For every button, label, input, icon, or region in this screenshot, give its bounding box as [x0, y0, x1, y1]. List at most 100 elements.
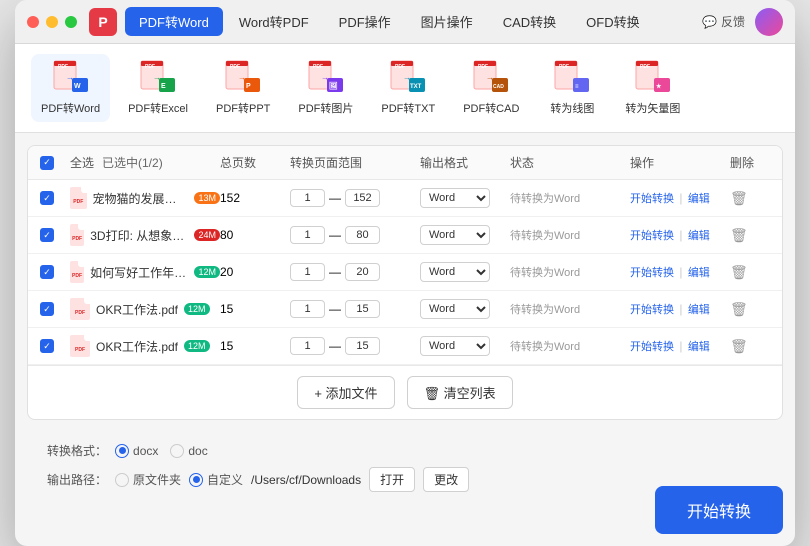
nav-tab-pdf-ops[interactable]: PDF操作 — [325, 7, 405, 36]
convert-button[interactable]: 开始转换 — [655, 486, 783, 534]
nav-tab-cad[interactable]: CAD转换 — [489, 7, 570, 36]
row2-page-from[interactable] — [290, 226, 325, 244]
row4-delete-btn[interactable]: 🗑 — [730, 301, 770, 318]
row1-edit-btn[interactable]: 编辑 — [688, 193, 710, 205]
row4-name-cell: PDF OKR工作法.pdf 12M — [70, 298, 220, 320]
toolbar: PDF W → PDF转Word PDF E → PDF转Excel — [15, 44, 795, 133]
row5-start-btn[interactable]: 开始转换 — [630, 341, 674, 353]
svg-text:🖼: 🖼 — [329, 81, 338, 90]
tool-to-vector-label: 转为矢量图 — [625, 100, 680, 116]
tool-pdf-to-cad[interactable]: PDF CAD → PDF转CAD — [453, 54, 529, 122]
nav-tab-pdf-to-word[interactable]: PDF转Word — [125, 7, 223, 36]
row2-delete-btn[interactable]: 🗑 — [730, 227, 770, 244]
minimize-button[interactable] — [46, 16, 58, 28]
row5-page-from[interactable] — [290, 337, 325, 355]
select-all-checkbox[interactable] — [40, 156, 54, 170]
docx-radio[interactable] — [115, 444, 129, 458]
row4-page-to[interactable] — [345, 300, 380, 318]
to-vector-icon: PDF ★ — [633, 60, 673, 96]
row1-name-cell: PDF 宠物猫的发展简史.pdf 13M — [70, 187, 220, 209]
nav-tab-image-ops[interactable]: 图片操作 — [407, 7, 487, 36]
row5-format: Worddoc — [420, 336, 510, 356]
row1-start-btn[interactable]: 开始转换 — [630, 193, 674, 205]
svg-text:W: W — [74, 83, 81, 90]
row4-checkbox[interactable] — [40, 302, 54, 316]
row1-format-select[interactable]: Worddoc — [420, 188, 490, 208]
row3-checkbox[interactable] — [40, 265, 54, 279]
row2-checkbox[interactable] — [40, 228, 54, 242]
row5-checkbox[interactable] — [40, 339, 54, 353]
change-path-button[interactable]: 更改 — [423, 467, 469, 492]
row5-file-icon: PDF — [70, 335, 90, 357]
row2-status: 待转换为Word — [510, 227, 630, 243]
custom-radio[interactable] — [189, 473, 203, 487]
row1-delete-btn[interactable]: 🗑 — [730, 190, 770, 207]
tool-pdf-to-excel-label: PDF转Excel — [128, 100, 188, 116]
row3-edit-btn[interactable]: 编辑 — [688, 267, 710, 279]
row1-checkbox[interactable] — [40, 191, 54, 205]
row4-edit-btn[interactable]: 编辑 — [688, 304, 710, 316]
close-button[interactable] — [27, 16, 39, 28]
row5-edit-btn[interactable]: 编辑 — [688, 341, 710, 353]
row5-actions: 开始转换 | 编辑 — [630, 338, 730, 354]
row3-format-select[interactable]: Worddoc — [420, 262, 490, 282]
row1-page-from[interactable] — [290, 189, 325, 207]
tool-to-line[interactable]: PDF ≡ 转为线图 — [537, 54, 607, 122]
nav-tab-word-to-pdf[interactable]: Word转PDF — [225, 7, 323, 36]
row2-total-pages: 80 — [220, 228, 290, 242]
col-delete: 删除 — [730, 154, 770, 171]
row2-actions: 开始转换 | 编辑 — [630, 227, 730, 243]
row2-file-icon: PDF — [70, 224, 84, 246]
row5-name-cell: PDF OKR工作法.pdf 12M — [70, 335, 220, 357]
tool-pdf-to-ppt[interactable]: PDF P → PDF转PPT — [206, 54, 280, 122]
tool-pdf-to-txt[interactable]: PDF TXT → PDF转TXT — [371, 54, 445, 122]
svg-text:CAD: CAD — [493, 84, 504, 90]
row2-size: 24M — [194, 229, 220, 241]
source-radio[interactable] — [115, 473, 129, 487]
row3-start-btn[interactable]: 开始转换 — [630, 267, 674, 279]
open-folder-button[interactable]: 打开 — [369, 467, 415, 492]
pdf-to-excel-icon: PDF E → — [138, 60, 178, 96]
tool-pdf-to-cad-label: PDF转CAD — [463, 100, 519, 116]
row2-page-to[interactable] — [345, 226, 380, 244]
row2-edit-btn[interactable]: 编辑 — [688, 230, 710, 242]
format-doc-option[interactable]: doc — [170, 444, 207, 458]
row3-page-to[interactable] — [345, 263, 380, 281]
row5-delete-btn[interactable]: 🗑 — [730, 338, 770, 355]
doc-radio[interactable] — [170, 444, 184, 458]
row3-delete-btn[interactable]: 🗑 — [730, 264, 770, 281]
nav-tab-ofd[interactable]: OFD转换 — [572, 7, 653, 36]
add-file-button[interactable]: + 添加文件 — [297, 376, 394, 409]
row1-page-to[interactable] — [345, 189, 380, 207]
tool-pdf-to-word[interactable]: PDF W → PDF转Word — [31, 54, 110, 122]
output-custom-option[interactable]: 自定义 — [189, 471, 243, 488]
row3-page-from[interactable] — [290, 263, 325, 281]
row5-total-pages: 15 — [220, 339, 290, 353]
row4-format-select[interactable]: Worddoc — [420, 299, 490, 319]
row5-page-to[interactable] — [345, 337, 380, 355]
doc-label: doc — [188, 444, 207, 458]
row3-format: Worddoc — [420, 262, 510, 282]
row2-start-btn[interactable]: 开始转换 — [630, 230, 674, 242]
tool-pdf-to-excel[interactable]: PDF E → PDF转Excel — [118, 54, 198, 122]
avatar[interactable] — [755, 8, 783, 36]
table-row: PDF OKR工作法.pdf 12M 15 — Worddoc 待转换为Word… — [28, 328, 782, 365]
format-radio-group: docx doc — [115, 444, 208, 458]
to-line-icon: PDF ≡ — [552, 60, 592, 96]
row4-page-from[interactable] — [290, 300, 325, 318]
tool-pdf-to-image[interactable]: PDF 🖼 → PDF转图片 — [288, 54, 363, 122]
maximize-button[interactable] — [65, 16, 77, 28]
feedback-button[interactable]: 💬 反馈 — [702, 13, 745, 30]
source-label: 原文件夹 — [133, 471, 181, 488]
format-docx-option[interactable]: docx — [115, 444, 158, 458]
tool-to-vector[interactable]: PDF ★ 转为矢量图 — [615, 54, 690, 122]
row2-format-select[interactable]: Worddoc — [420, 225, 490, 245]
row3-actions: 开始转换 | 编辑 — [630, 264, 730, 280]
clear-list-button[interactable]: 🗑 清空列表 — [407, 376, 513, 409]
row5-format-select[interactable]: Worddoc — [420, 336, 490, 356]
custom-label: 自定义 — [207, 471, 243, 488]
row4-start-btn[interactable]: 开始转换 — [630, 304, 674, 316]
svg-text:PDF: PDF — [478, 64, 488, 70]
output-source-option[interactable]: 原文件夹 — [115, 471, 181, 488]
row3-name-cell: PDF 如何写好工作年中总结.pdf 12M — [70, 261, 220, 283]
